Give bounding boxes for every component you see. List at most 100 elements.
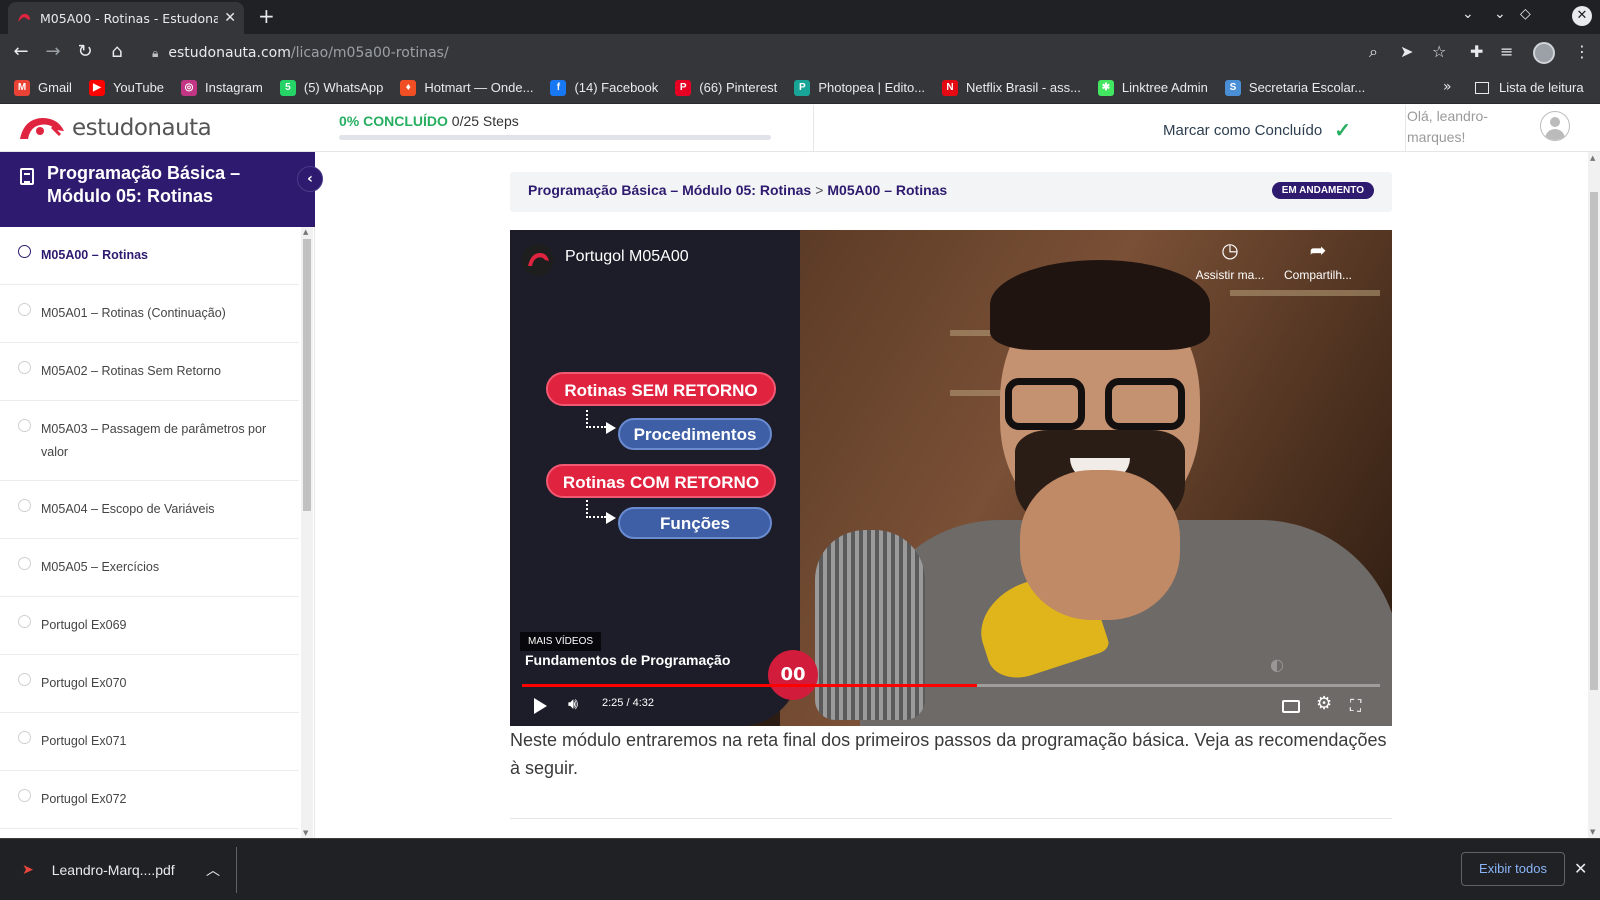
video-player[interactable]: Portugol M05A00 ◷ Assistir ma... ➦ Compa… bbox=[510, 230, 1392, 726]
profile-avatar[interactable] bbox=[1533, 42, 1555, 64]
bookmark-favicon-icon: N bbox=[942, 79, 959, 96]
scroll-down-icon[interactable]: ▼ bbox=[1590, 828, 1595, 836]
pdf-file-icon: ➤ bbox=[22, 862, 34, 878]
bookmark-label: YouTube bbox=[112, 80, 165, 95]
zoom-icon[interactable]: ⌕ bbox=[1369, 43, 1378, 61]
site-logo[interactable]: estudonauta bbox=[16, 113, 212, 143]
url-host: estudonauta.com bbox=[168, 45, 291, 61]
more-videos-label[interactable]: MAIS VÍDEOS bbox=[520, 632, 602, 651]
lesson-item[interactable]: M05A02 – Rotinas Sem Retorno bbox=[0, 343, 299, 401]
lesson-label: Portugol Ex071 bbox=[41, 734, 127, 748]
share-button[interactable]: ➦ Compartilh... bbox=[1273, 240, 1363, 282]
tab-close-icon[interactable]: ✕ bbox=[224, 10, 236, 26]
lesson-status-icon bbox=[18, 789, 31, 802]
send-icon[interactable]: ➤ bbox=[1400, 43, 1413, 61]
window-close-icon[interactable]: ✕ bbox=[1572, 6, 1592, 26]
video-overlay-title: Fundamentos de Programação bbox=[525, 652, 731, 668]
user-greeting[interactable]: Olá, leandro-marques! bbox=[1407, 106, 1517, 148]
breadcrumb-separator: > bbox=[815, 182, 824, 198]
show-all-downloads-button[interactable]: Exibir todos bbox=[1461, 852, 1565, 886]
microphone bbox=[815, 530, 925, 720]
extensions-icon[interactable]: ✚ bbox=[1470, 43, 1483, 61]
slide-connector bbox=[586, 410, 606, 428]
minimize-icon[interactable]: ⌄ bbox=[1494, 6, 1506, 22]
bookmark-item[interactable]: N Netflix Brasil - ass... bbox=[942, 79, 1081, 96]
page-scrollbar[interactable]: ▲ ▼ bbox=[1588, 152, 1600, 838]
breadcrumb-lesson-link[interactable]: M05A00 – Rotinas bbox=[827, 182, 947, 198]
video-seek-bar[interactable] bbox=[522, 684, 1380, 687]
watch-later-button[interactable]: ◷ Assistir ma... bbox=[1185, 240, 1275, 282]
bookmark-item[interactable]: ✱ Linktree Admin bbox=[1097, 79, 1208, 96]
lesson-status-icon bbox=[18, 615, 31, 628]
lesson-item[interactable]: M05A05 – Exercícios bbox=[0, 539, 299, 597]
collapse-sidebar-button[interactable]: ‹ bbox=[297, 166, 323, 192]
address-bar[interactable]: 🔒︎ estudonauta.com/licao/m05a00-rotinas/ bbox=[136, 38, 1400, 68]
sidebar-scrollbar[interactable]: ▲ ▼ bbox=[301, 227, 313, 838]
chevron-up-icon[interactable]: ︿ bbox=[206, 860, 220, 880]
home-icon[interactable]: ⌂ bbox=[106, 42, 128, 62]
bookmark-item[interactable]: f (14) Facebook bbox=[550, 79, 658, 96]
lesson-item[interactable]: Portugol Ex072 bbox=[0, 771, 299, 829]
presenter-hair bbox=[990, 260, 1210, 350]
browser-tab-bar: M05A00 - Rotinas - Estudonauta ✕ + ⌄ ⌄ ◇… bbox=[0, 0, 1600, 34]
bookmark-item[interactable]: S Secretaria Escolar... bbox=[1224, 79, 1365, 96]
lesson-item[interactable]: M05A00 – Rotinas bbox=[0, 227, 299, 285]
mark-complete-button[interactable]: Marcar como Concluído ✓ bbox=[1163, 118, 1351, 143]
play-icon[interactable] bbox=[534, 698, 547, 714]
checkmark-icon: ✓ bbox=[1334, 120, 1351, 142]
scroll-up-icon[interactable]: ▲ bbox=[303, 228, 308, 236]
volume-icon[interactable]: 🔊︎ bbox=[568, 694, 578, 714]
lesson-item[interactable]: M05A04 – Escopo de Variáveis bbox=[0, 481, 299, 539]
new-tab-button[interactable]: + bbox=[258, 6, 275, 26]
user-avatar-icon[interactable] bbox=[1540, 111, 1570, 141]
bookmark-label: Instagram bbox=[205, 80, 263, 95]
bookmark-favicon-icon: ✱ bbox=[1097, 79, 1114, 96]
tab-title: M05A00 - Rotinas - Estudonauta bbox=[40, 10, 219, 26]
bookmarks-overflow-icon[interactable]: » bbox=[1443, 79, 1452, 95]
lesson-item[interactable]: M05A01 – Rotinas (Continuação) bbox=[0, 285, 299, 343]
bookmark-item[interactable]: ▶ YouTube bbox=[88, 79, 165, 96]
settings-gear-icon[interactable]: ⚙ bbox=[1316, 693, 1332, 714]
downloads-bar: ➤ Leandro-Marq....pdf ︿ Exibir todos ✕ bbox=[0, 838, 1600, 900]
scroll-down-icon[interactable]: ▼ bbox=[303, 829, 308, 837]
page-scroll-thumb[interactable] bbox=[1590, 192, 1598, 690]
bookmark-item[interactable]: M Gmail bbox=[14, 79, 72, 96]
slide-arrow-icon bbox=[606, 512, 616, 524]
reading-list-button[interactable]: Lista de leitura bbox=[1475, 80, 1584, 95]
lesson-item[interactable]: M05A03 – Passagem de parâmetros por valo… bbox=[0, 401, 299, 481]
channel-avatar-icon[interactable] bbox=[522, 244, 554, 276]
forward-icon[interactable]: → bbox=[42, 42, 64, 62]
subtitles-icon[interactable] bbox=[1282, 700, 1300, 713]
reload-icon[interactable]: ↻ bbox=[74, 42, 96, 62]
lesson-item[interactable]: Portugol Ex071 bbox=[0, 713, 299, 771]
sidebar-scroll-thumb[interactable] bbox=[303, 239, 311, 511]
reading-list-label: Lista de leitura bbox=[1499, 80, 1584, 95]
breadcrumb-course-link[interactable]: Programação Básica – Módulo 05: Rotinas bbox=[528, 182, 811, 198]
fullscreen-icon[interactable]: ⛶ bbox=[1350, 696, 1361, 716]
mark-complete-label: Marcar como Concluído bbox=[1163, 122, 1323, 139]
progress-percent: 0% CONCLUÍDO bbox=[339, 113, 448, 129]
bookmark-item[interactable]: ◎ Instagram bbox=[181, 79, 263, 96]
lesson-label: M05A04 – Escopo de Variáveis bbox=[41, 502, 215, 516]
logo-text: estudonauta bbox=[72, 115, 212, 141]
bookmark-item[interactable]: 5 (5) WhatsApp bbox=[279, 79, 383, 96]
slide-pill-sem-retorno: Rotinas SEM RETORNO bbox=[546, 372, 776, 406]
lesson-item[interactable]: Portugol Ex070 bbox=[0, 655, 299, 713]
media-queue-icon[interactable]: ≡ bbox=[1500, 43, 1513, 61]
lesson-item[interactable]: Portugol Ex069 bbox=[0, 597, 299, 655]
bookmark-item[interactable]: P (66) Pinterest bbox=[675, 79, 777, 96]
video-title[interactable]: Portugol M05A00 bbox=[565, 248, 689, 266]
video-time: 2:25 / 4:32 bbox=[602, 697, 654, 709]
bookmark-item[interactable]: P Photopea | Edito... bbox=[794, 79, 925, 96]
back-icon[interactable]: ← bbox=[10, 42, 32, 62]
tab-search-icon[interactable]: ⌄ bbox=[1462, 6, 1474, 22]
maximize-icon[interactable]: ◇ bbox=[1520, 6, 1531, 22]
bookmark-star-icon[interactable]: ☆ bbox=[1432, 43, 1446, 61]
browser-tab[interactable]: M05A00 - Rotinas - Estudonauta ✕ bbox=[8, 2, 244, 34]
chrome-menu-icon[interactable]: ⋮ bbox=[1574, 43, 1590, 61]
bookmark-item[interactable]: ♦ Hotmart — Onde... bbox=[400, 79, 533, 96]
lesson-status-icon bbox=[18, 673, 31, 686]
scroll-up-icon[interactable]: ▲ bbox=[1590, 154, 1595, 162]
download-item[interactable]: ➤ Leandro-Marq....pdf ︿ bbox=[0, 847, 237, 893]
close-downloads-icon[interactable]: ✕ bbox=[1574, 859, 1587, 878]
